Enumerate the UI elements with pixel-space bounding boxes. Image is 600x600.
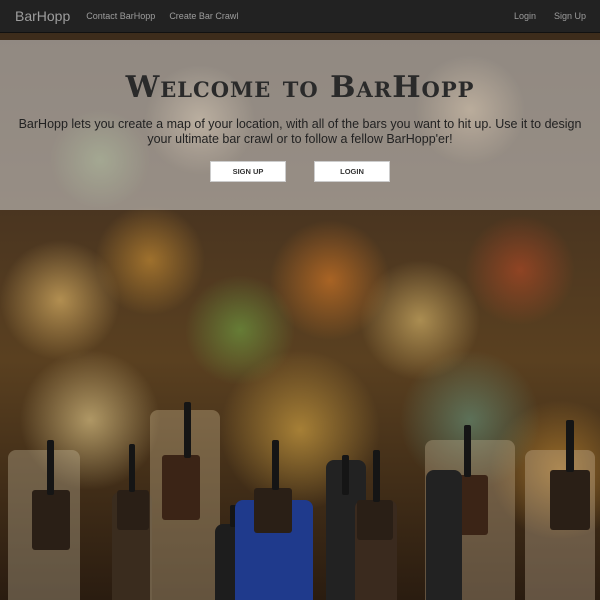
- brand-link[interactable]: BarHopp: [15, 8, 70, 24]
- hero-description: BarHopp lets you create a map of your lo…: [18, 117, 582, 146]
- hero-title: Welcome to BarHopp: [125, 70, 475, 105]
- hero-panel: Welcome to BarHopp BarHopp lets you crea…: [0, 40, 600, 210]
- nav-login-link[interactable]: Login: [514, 11, 536, 21]
- nav-create-crawl-link[interactable]: Create Bar Crawl: [169, 11, 238, 21]
- nav-contact-link[interactable]: Contact BarHopp: [86, 11, 155, 21]
- login-button[interactable]: LOGIN: [314, 161, 390, 182]
- nav-right: Login Sign Up: [496, 11, 600, 21]
- navbar: BarHopp Contact BarHopp Create Bar Crawl…: [0, 0, 600, 33]
- hero-buttons: SIGN UP LOGIN: [0, 161, 600, 182]
- nav-signup-link[interactable]: Sign Up: [554, 11, 586, 21]
- signup-button[interactable]: SIGN UP: [210, 161, 286, 182]
